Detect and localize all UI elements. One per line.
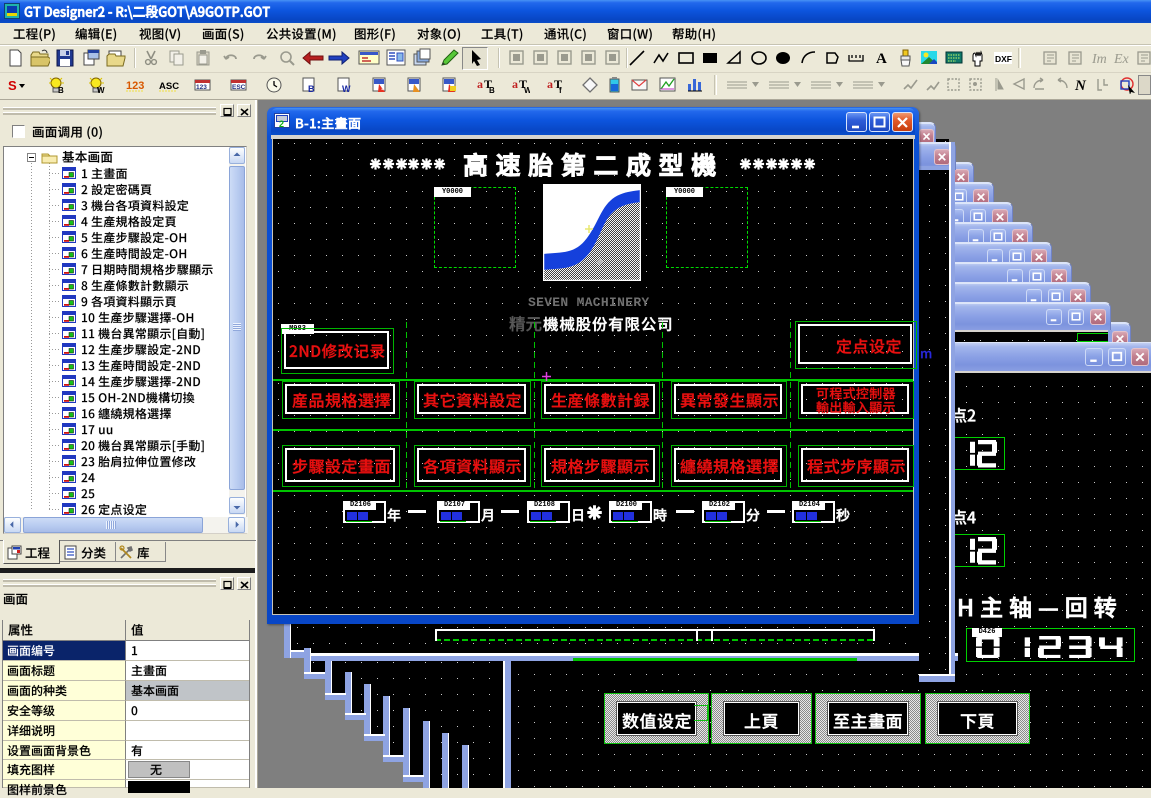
svg-text:123: 123 <box>196 84 207 91</box>
svg-text:W: W <box>342 84 351 94</box>
svg-text:B: B <box>58 86 64 94</box>
svg-text:123: 123 <box>126 80 144 92</box>
svg-text:DXF: DXF <box>995 54 1012 64</box>
svg-text:Im: Im <box>1091 52 1107 67</box>
svg-text:ESC: ESC <box>232 84 246 91</box>
svg-text:N: N <box>1074 78 1087 94</box>
svg-text:!: ! <box>381 85 383 92</box>
svg-text:a: a <box>512 77 518 91</box>
svg-text:W: W <box>97 86 105 94</box>
svg-text:S: S <box>8 78 17 93</box>
svg-text:f: f <box>559 86 562 94</box>
svg-text:A: A <box>876 51 887 67</box>
svg-text:ASC: ASC <box>159 81 179 92</box>
svg-text:B: B <box>489 86 495 94</box>
svg-text:a: a <box>477 77 483 91</box>
svg-text:Ex: Ex <box>1113 52 1130 67</box>
svg-text:W: W <box>524 86 530 94</box>
svg-text:a: a <box>547 77 553 91</box>
svg-text:B: B <box>308 84 315 94</box>
